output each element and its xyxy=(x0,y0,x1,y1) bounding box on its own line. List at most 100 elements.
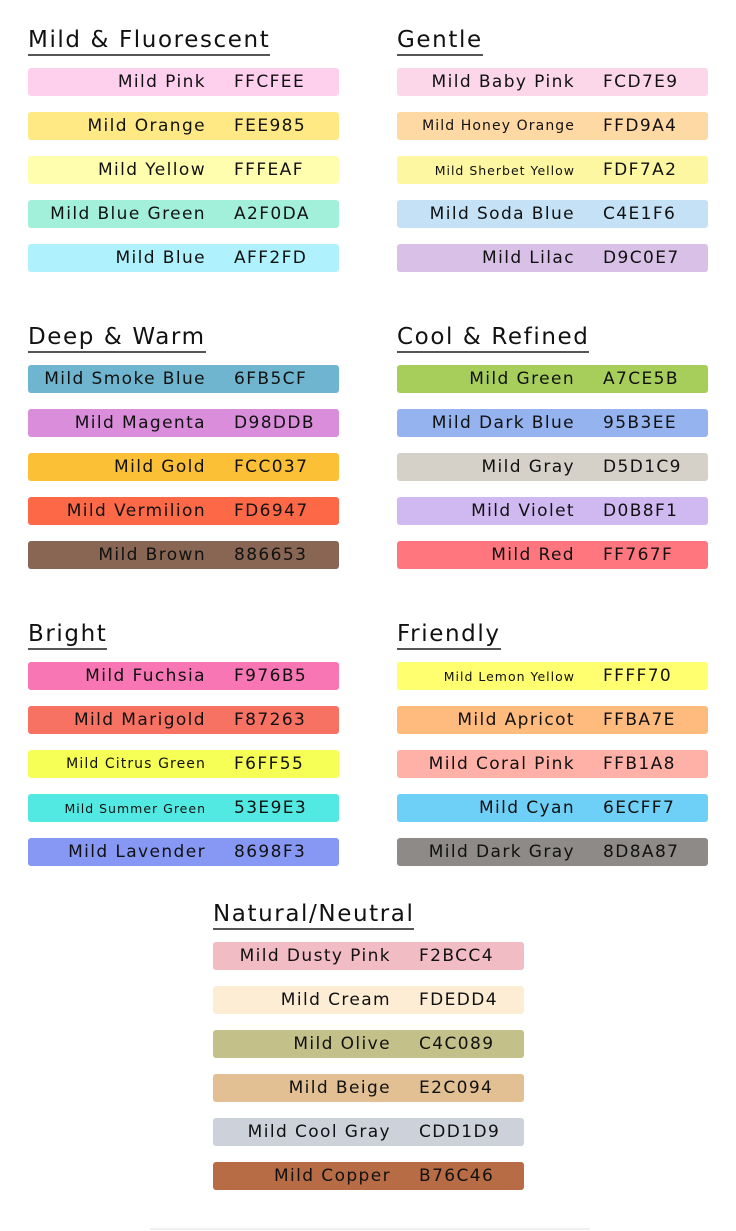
swatch-hex: FCD7E9 xyxy=(603,72,679,92)
swatch-hex: CDD1D9 xyxy=(419,1122,501,1142)
swatch-name: Mild Soda Blue xyxy=(429,204,575,224)
swatch-name: Mild Dark Gray xyxy=(428,842,575,862)
swatch-mild-dusty-pink: Mild Dusty Pink F2BCC4 xyxy=(213,942,524,970)
swatch-mild-violet: Mild Violet D0B8F1 xyxy=(397,497,708,525)
swatch-mild-gold: Mild Gold FCC037 xyxy=(28,453,339,481)
swatch-hex: 53E9E3 xyxy=(234,798,308,818)
swatch-name: Mild Apricot xyxy=(457,710,575,730)
swatch-hex: FF767F xyxy=(603,545,674,565)
swatch-mild-baby-pink: Mild Baby Pink FCD7E9 xyxy=(397,68,708,96)
swatch-mild-lavender: Mild Lavender 8698F3 xyxy=(28,838,339,866)
swatch-mild-coral-pink: Mild Coral Pink FFB1A8 xyxy=(397,750,708,778)
swatch-hex: A7CE5B xyxy=(603,369,679,389)
swatch-name: Mild Sherbet Yellow xyxy=(434,162,575,178)
swatch-name: Mild Cyan xyxy=(478,798,575,818)
swatch-list: Mild Fuchsia F976B5 Mild Marigold F87263 M… xyxy=(28,662,340,866)
swatch-hex: E2C094 xyxy=(419,1078,494,1098)
swatch-name: Mild Honey Orange xyxy=(422,118,575,134)
group-title: Deep & Warm xyxy=(28,323,206,353)
swatch-mild-blue-green: Mild Blue Green A2F0DA xyxy=(28,200,339,228)
swatch-hex: F87263 xyxy=(234,710,307,730)
swatch-hex: 6FB5CF xyxy=(234,369,308,389)
swatch-mild-apricot: Mild Apricot FFBA7E xyxy=(397,706,708,734)
swatch-name: Mild Dusty Pink xyxy=(239,946,391,966)
swatch-hex: F976B5 xyxy=(234,666,308,686)
swatch-name: Mild Beige xyxy=(288,1078,391,1098)
swatch-name: Mild Gold xyxy=(114,457,206,477)
swatch-hex: FCC037 xyxy=(234,457,309,477)
swatch-hex: 6ECFF7 xyxy=(603,798,676,818)
swatch-name: Mild Pink xyxy=(117,72,206,92)
swatch-name: Mild Blue Green xyxy=(50,204,206,224)
swatch-mild-fuchsia: Mild Fuchsia F976B5 xyxy=(28,662,339,690)
swatch-mild-vermilion: Mild Vermilion FD6947 xyxy=(28,497,339,525)
group-gentle: Gentle Mild Baby Pink FCD7E9 Mild Honey O… xyxy=(397,26,709,288)
swatch-mild-olive: Mild Olive C4C089 xyxy=(213,1030,524,1058)
swatch-name: Mild Gray xyxy=(481,457,575,477)
swatch-hex: B76C46 xyxy=(419,1166,495,1186)
swatch-hex: FDF7A2 xyxy=(603,160,678,180)
group-friendly: Friendly Mild Lemon Yellow FFFF70 Mild Ap… xyxy=(397,620,709,882)
swatch-name: Mild Brown xyxy=(98,545,206,565)
swatch-name: Mild Fuchsia xyxy=(85,666,206,686)
swatch-hex: 8D8A87 xyxy=(603,842,680,862)
swatch-name: Mild Violet xyxy=(471,501,575,521)
swatch-hex: 886653 xyxy=(234,545,308,565)
group-deep-warm: Deep & Warm Mild Smoke Blue 6FB5CF Mild M… xyxy=(28,323,340,585)
swatch-mild-lemon-yellow: Mild Lemon Yellow FFFF70 xyxy=(397,662,708,690)
swatch-hex: D0B8F1 xyxy=(603,501,679,521)
swatch-mild-green: Mild Green A7CE5B xyxy=(397,365,708,393)
bottom-divider xyxy=(150,1228,590,1230)
swatch-name: Mild Summer Green xyxy=(64,800,206,816)
swatch-name: Mild Marigold xyxy=(73,710,206,730)
swatch-hex: FFFEAF xyxy=(234,160,304,180)
swatch-mild-gray: Mild Gray D5D1C9 xyxy=(397,453,708,481)
swatch-mild-red: Mild Red FF767F xyxy=(397,541,708,569)
swatch-mild-cream: Mild Cream FDEDD4 xyxy=(213,986,524,1014)
swatch-name: Mild Lemon Yellow xyxy=(443,668,575,684)
swatch-mild-smoke-blue: Mild Smoke Blue 6FB5CF xyxy=(28,365,339,393)
swatch-mild-sherbet-yellow: Mild Sherbet Yellow FDF7A2 xyxy=(397,156,708,184)
swatch-mild-summer-green: Mild Summer Green 53E9E3 xyxy=(28,794,339,822)
swatch-mild-pink: Mild Pink FFCFEE xyxy=(28,68,339,96)
swatch-list: Mild Dusty Pink F2BCC4 Mild Cream FDEDD4 M… xyxy=(213,942,525,1190)
swatch-mild-brown: Mild Brown 886653 xyxy=(28,541,339,569)
group-title: Friendly xyxy=(397,620,501,650)
swatch-name: Mild Yellow xyxy=(97,160,206,180)
swatch-hex: D9C0E7 xyxy=(603,248,680,268)
swatch-mild-cyan: Mild Cyan 6ECFF7 xyxy=(397,794,708,822)
swatch-name: Mild Orange xyxy=(87,116,206,136)
swatch-name: Mild Red xyxy=(491,545,575,565)
swatch-mild-dark-blue: Mild Dark Blue 95B3EE xyxy=(397,409,708,437)
group-title: Cool & Refined xyxy=(397,323,590,353)
group-title: Mild & Fluorescent xyxy=(28,26,271,56)
swatch-list: Mild Baby Pink FCD7E9 Mild Honey Orange FF… xyxy=(397,68,709,272)
swatch-name: Mild Olive xyxy=(293,1034,391,1054)
swatch-hex: C4C089 xyxy=(419,1034,495,1054)
swatch-hex: 95B3EE xyxy=(603,413,677,433)
swatch-hex: FFB1A8 xyxy=(603,754,676,774)
swatch-name: Mild Dark Blue xyxy=(431,413,575,433)
swatch-hex: FEE985 xyxy=(234,116,307,136)
swatch-list: Mild Pink FFCFEE Mild Orange FEE985 Mild Y… xyxy=(28,68,340,272)
swatch-hex: FD6947 xyxy=(234,501,309,521)
swatch-name: Mild Coral Pink xyxy=(428,754,575,774)
swatch-mild-marigold: Mild Marigold F87263 xyxy=(28,706,339,734)
group-title: Natural/Neutral xyxy=(213,900,415,930)
swatch-mild-cool-gray: Mild Cool Gray CDD1D9 xyxy=(213,1118,524,1146)
swatch-hex: FFFF70 xyxy=(603,666,673,686)
swatch-hex: C4E1F6 xyxy=(603,204,677,224)
swatch-hex: FFBA7E xyxy=(603,710,676,730)
swatch-hex: FFCFEE xyxy=(234,72,306,92)
swatch-name: Mild Vermilion xyxy=(66,501,206,521)
swatch-list: Mild Green A7CE5B Mild Dark Blue 95B3EE Mi… xyxy=(397,365,709,569)
swatch-mild-citrus-green: Mild Citrus Green F6FF55 xyxy=(28,750,339,778)
swatch-name: Mild Blue xyxy=(115,248,206,268)
swatch-hex: 8698F3 xyxy=(234,842,307,862)
swatch-name: Mild Cream xyxy=(280,990,391,1010)
swatch-mild-blue: Mild Blue AFF2FD xyxy=(28,244,339,272)
swatch-name: Mild Citrus Green xyxy=(66,756,206,772)
swatch-mild-magenta: Mild Magenta D98DDB xyxy=(28,409,339,437)
swatch-mild-lilac: Mild Lilac D9C0E7 xyxy=(397,244,708,272)
swatch-name: Mild Cool Gray xyxy=(247,1122,391,1142)
